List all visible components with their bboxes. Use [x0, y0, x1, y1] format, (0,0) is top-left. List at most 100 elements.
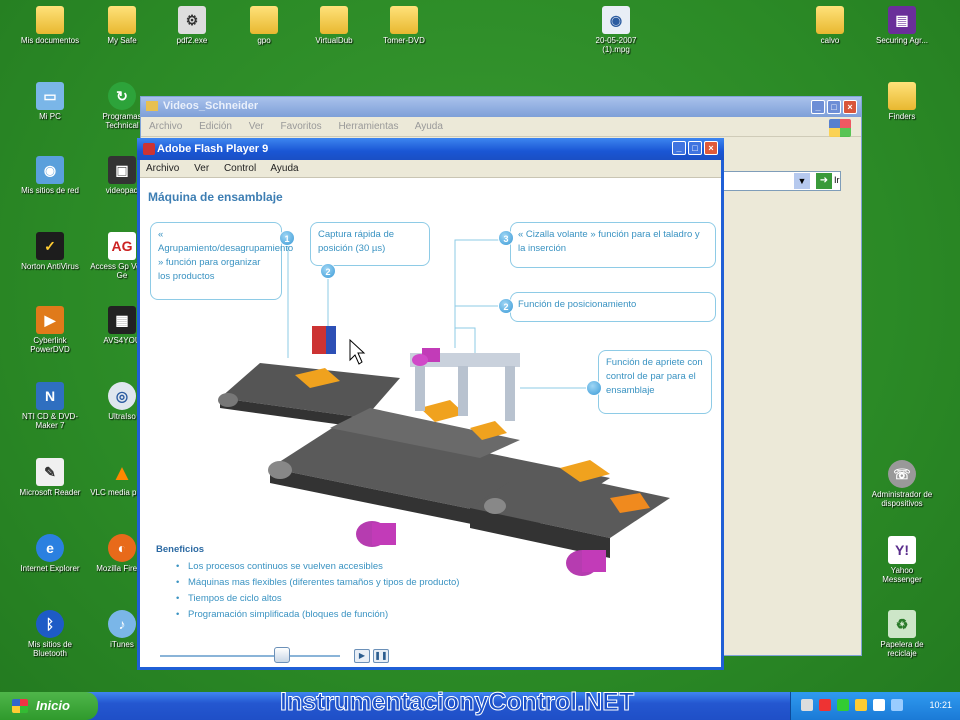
benefits-list: Los procesos continuos se vuelven accesi… [176, 559, 459, 623]
desktop-icon-bluetooth[interactable]: ᛒ Mis sitios de Bluetooth [18, 610, 82, 658]
folder-docs-icon [36, 6, 64, 34]
pause-button[interactable]: ❚❚ [373, 649, 389, 663]
list-item: Los procesos continuos se vuelven accesi… [176, 559, 459, 575]
address-bar[interactable]: ▼ ➜ Ir [721, 171, 841, 191]
folder-icon [320, 6, 348, 34]
tray-app-icon[interactable] [855, 699, 867, 711]
callout-cizalla: « Cizalla volante » función para el tala… [510, 222, 716, 268]
minimize-button[interactable]: _ [672, 141, 686, 155]
desktop-icon-ms-reader[interactable]: ✎ Microsoft Reader [18, 458, 82, 497]
callout-number-badge[interactable]: 2 [320, 263, 336, 279]
desktop-icon-nti[interactable]: N NTI CD & DVD-Maker 7 [18, 382, 82, 430]
desktop-icon-virtualdub[interactable]: VirtualDub [302, 6, 366, 45]
tray-app-icon[interactable] [819, 699, 831, 711]
benefits-section: Beneficios Los procesos continuos se vue… [156, 544, 459, 623]
explorer-menu-bar: Archivo Edición Ver Favoritos Herramient… [141, 117, 861, 137]
desktop-icon-mpg[interactable]: ◉ 20-05-2007 (1).mpg [584, 6, 648, 54]
reader-icon: ✎ [36, 458, 64, 486]
start-button[interactable]: Inicio [0, 692, 98, 720]
book-icon: ▤ [888, 6, 916, 34]
clock[interactable]: 10:21 [929, 700, 952, 710]
seek-track[interactable] [160, 655, 340, 657]
flash-window-controls: _ □ × [672, 141, 718, 155]
desktop-icon-norton[interactable]: ✓ Norton AntiVirus [18, 232, 82, 271]
computer-icon: ▭ [36, 82, 64, 110]
speaker-icon[interactable] [891, 699, 903, 711]
callout-captura-text: Captura rápida de posición (30 µs) [318, 229, 395, 254]
desktop-icon-ie[interactable]: e Internet Explorer [18, 534, 82, 573]
maximize-button[interactable]: □ [827, 100, 841, 114]
callout-posicionamiento-text: Función de posicionamiento [518, 299, 637, 310]
menu-ver[interactable]: Ver [249, 121, 264, 132]
desktop-icon-papelera[interactable]: ♻ Papelera de reciclaje [870, 610, 934, 658]
list-item: Tiempos de ciclo altos [176, 591, 459, 607]
callout-number-badge[interactable]: 1 [279, 230, 295, 246]
menu-ayuda[interactable]: Ayuda [270, 163, 298, 174]
flash-player-window: Adobe Flash Player 9 _ □ × Archivo Ver C… [137, 138, 724, 670]
desktop-icon-yahoo[interactable]: Y! Yahoo Messenger [870, 536, 934, 584]
minimize-button[interactable]: _ [811, 100, 825, 114]
maximize-button[interactable]: □ [688, 141, 702, 155]
menu-control[interactable]: Control [224, 163, 256, 174]
start-label: Inicio [36, 698, 70, 713]
folder-icon [816, 6, 844, 34]
explorer-title-bar[interactable]: Videos_Schneider _ □ × [141, 97, 861, 117]
desktop-icon-tomer[interactable]: Tomer-DVD [372, 6, 436, 45]
desktop-icon-mis-documentos[interactable]: Mis documentos [18, 6, 82, 45]
flash-menu-bar: Archivo Ver Control Ayuda [140, 160, 721, 178]
go-arrow-icon[interactable]: ➜ [816, 173, 832, 189]
go-label[interactable]: Ir [834, 175, 840, 185]
recycle-bin-icon: ♻ [888, 610, 916, 638]
device-icon: ☏ [888, 460, 916, 488]
close-button[interactable]: × [843, 100, 857, 114]
system-tray: 10:21 [790, 692, 960, 720]
desktop-icon-mis-sitios-red[interactable]: ◉ Mis sitios de red [18, 156, 82, 195]
folder-icon [888, 82, 916, 110]
disc-icon: ◎ [108, 382, 136, 410]
norton-icon: ✓ [36, 232, 64, 260]
menu-ver[interactable]: Ver [194, 163, 209, 174]
callout-apriete-text: Función de apriete con control de par pa… [606, 357, 703, 396]
tray-app-icon[interactable] [801, 699, 813, 711]
yahoo-icon: Y! [888, 536, 916, 564]
firefox-icon: ◐ [108, 534, 136, 562]
cd-icon: N [36, 382, 64, 410]
flash-stage[interactable]: Máquina de ensamblaje « Agrupamiento/des… [140, 178, 721, 658]
flash-title-bar[interactable]: Adobe Flash Player 9 _ □ × [137, 138, 724, 160]
desktop-icon-admin-dispositivos[interactable]: ☏ Administrador de dispositivos [870, 460, 934, 508]
network-icon: ◉ [36, 156, 64, 184]
seek-slider-handle[interactable] [274, 647, 291, 663]
close-button[interactable]: × [704, 141, 718, 155]
menu-archivo[interactable]: Archivo [149, 121, 182, 132]
tray-app-icon[interactable] [873, 699, 885, 711]
list-item: Máquinas mas flexibles (diferentes tamañ… [176, 575, 459, 591]
explorer-title: Videos_Schneider [163, 100, 259, 112]
desktop-icon-my-safe[interactable]: My Safe [90, 6, 154, 45]
desktop-icon-powerdvd[interactable]: ▶ Cyberlink PowerDVD [18, 306, 82, 354]
access-icon: AG [108, 232, 136, 260]
desktop-icon-calvo[interactable]: calvo [798, 6, 862, 45]
callout-number-badge[interactable]: 3 [498, 230, 514, 246]
tray-app-icon[interactable] [837, 699, 849, 711]
chevron-down-icon[interactable]: ▼ [794, 173, 810, 189]
dvd-icon: ▶ [36, 306, 64, 334]
flash-icon [143, 143, 155, 155]
folder-icon [146, 101, 158, 111]
callout-number-badge[interactable]: 2 [498, 298, 514, 314]
menu-ayuda[interactable]: Ayuda [415, 121, 443, 132]
desktop-icon-securing[interactable]: ▤ Securing Agr... [870, 6, 934, 45]
play-button[interactable]: ▶ [354, 649, 370, 663]
callout-number-badge[interactable] [586, 380, 602, 396]
desktop-icon-finders[interactable]: Finders [870, 82, 934, 121]
desktop-icon-pdf2[interactable]: ⚙ pdf2.exe [160, 6, 224, 45]
ie-icon: e [36, 534, 64, 562]
vlc-icon: ▲ [111, 459, 133, 485]
folder-icon [250, 6, 278, 34]
callout-captura: Captura rápida de posición (30 µs) [310, 222, 430, 266]
menu-herramientas[interactable]: Herramientas [338, 121, 398, 132]
menu-edicion[interactable]: Edición [199, 121, 232, 132]
desktop-icon-mi-pc[interactable]: ▭ Mi PC [18, 82, 82, 121]
desktop-icon-gpo[interactable]: gpo [232, 6, 296, 45]
menu-archivo[interactable]: Archivo [146, 163, 179, 174]
menu-favoritos[interactable]: Favoritos [281, 121, 322, 132]
